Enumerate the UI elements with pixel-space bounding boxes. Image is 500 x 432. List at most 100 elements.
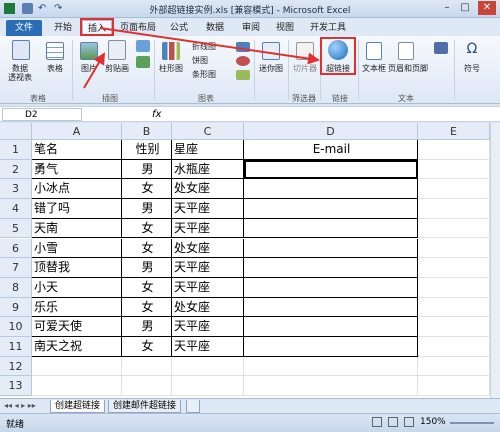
active-cell[interactable]	[244, 159, 418, 180]
cell[interactable]: 女	[122, 297, 172, 318]
cell[interactable]: 顶替我	[32, 258, 122, 278]
row-header[interactable]: 3	[0, 179, 32, 200]
cell[interactable]	[172, 376, 244, 397]
column-header-a[interactable]: A	[32, 123, 122, 140]
row-header[interactable]: 11	[0, 337, 32, 357]
cell[interactable]: 可爱天使	[32, 317, 122, 337]
row-header[interactable]: 9	[0, 297, 32, 318]
cell[interactable]: 女	[122, 337, 172, 357]
vertical-scrollbar[interactable]	[490, 123, 500, 398]
cell[interactable]: 女	[122, 277, 172, 298]
row-header[interactable]: 5	[0, 218, 32, 239]
cell[interactable]: 星座	[172, 140, 244, 160]
cell[interactable]: 男	[122, 317, 172, 337]
column-header-c[interactable]: C	[172, 123, 244, 140]
cell[interactable]: 女	[122, 238, 172, 259]
cell[interactable]	[122, 356, 172, 377]
row-header[interactable]: 12	[0, 356, 32, 377]
cell[interactable]: 男	[122, 199, 172, 219]
column-header-e[interactable]: E	[418, 123, 490, 140]
spreadsheet-grid: A B C D E 1 笔名 性别 星座 E-mail 2 勇气男水瓶座 3 小冰点女处女座 4 错…	[0, 123, 490, 398]
cell[interactable]: E-mail	[244, 140, 418, 160]
row-header[interactable]: 13	[0, 376, 32, 397]
row-header[interactable]: 8	[0, 277, 32, 298]
cell[interactable]	[244, 238, 418, 259]
cell[interactable]: 天平座	[172, 199, 244, 219]
cell[interactable]	[172, 356, 244, 377]
row-header[interactable]: 2	[0, 159, 32, 180]
cell[interactable]: 处女座	[172, 238, 244, 259]
fx-icon[interactable]: fx	[152, 108, 161, 121]
cell[interactable]	[244, 218, 418, 239]
cell[interactable]: 小天	[32, 277, 122, 298]
cell[interactable]	[32, 356, 122, 377]
cell[interactable]: 乐乐	[32, 297, 122, 318]
cell[interactable]: 笔名	[32, 140, 122, 160]
cell[interactable]: 处女座	[172, 297, 244, 318]
sheet-tab-bar: ◂◂ ◂ ▸ ▸▸ 创建超链接 创建邮件超链接	[0, 398, 500, 413]
normal-view-icon[interactable]	[372, 417, 382, 427]
cell[interactable]	[418, 317, 490, 337]
cell[interactable]: 勇气	[32, 159, 122, 180]
cell[interactable]	[418, 159, 490, 180]
cell[interactable]: 天平座	[172, 337, 244, 357]
cell[interactable]	[418, 277, 490, 298]
cell[interactable]	[244, 179, 418, 200]
sheet-nav-arrows[interactable]: ◂◂ ◂ ▸ ▸▸	[4, 401, 36, 410]
cell[interactable]	[418, 218, 490, 239]
cell[interactable]: 错了吗	[32, 199, 122, 219]
row-header[interactable]: 6	[0, 238, 32, 259]
cell[interactable]: 天平座	[172, 317, 244, 337]
cell[interactable]: 女	[122, 179, 172, 200]
cell[interactable]: 天平座	[172, 277, 244, 298]
cell[interactable]: 天平座	[172, 218, 244, 239]
row-header[interactable]: 10	[0, 317, 32, 337]
cell[interactable]	[418, 179, 490, 200]
cell[interactable]	[418, 140, 490, 160]
cell[interactable]: 天平座	[172, 258, 244, 278]
annotation-arrows	[83, 27, 320, 89]
cell[interactable]: 天南	[32, 218, 122, 239]
column-header-b[interactable]: B	[122, 123, 172, 140]
insert-sheet-icon[interactable]	[186, 400, 200, 413]
cell[interactable]	[244, 317, 418, 337]
cell[interactable]	[122, 376, 172, 397]
select-all-corner[interactable]	[0, 123, 32, 140]
cell[interactable]	[244, 356, 418, 377]
row-header[interactable]: 4	[0, 199, 32, 219]
cell[interactable]	[244, 376, 418, 397]
cell[interactable]: 水瓶座	[172, 159, 244, 180]
cell[interactable]: 男	[122, 159, 172, 180]
cell[interactable]: 女	[122, 218, 172, 239]
sheet-tab-hyperlink[interactable]: 创建超链接	[50, 400, 106, 413]
cell[interactable]	[418, 356, 490, 377]
sheet-tab-email-hyperlink[interactable]: 创建邮件超链接	[108, 400, 182, 413]
cell[interactable]	[418, 238, 490, 259]
cell[interactable]	[244, 337, 418, 357]
row-header[interactable]: 1	[0, 140, 32, 160]
cell[interactable]	[244, 277, 418, 298]
cell[interactable]	[32, 376, 122, 397]
name-box[interactable]: D2	[2, 108, 82, 121]
page-break-view-icon[interactable]	[404, 417, 414, 427]
cell[interactable]: 处女座	[172, 179, 244, 200]
zoom-level[interactable]: 150%	[420, 417, 446, 427]
cell[interactable]	[418, 376, 490, 397]
column-header-d[interactable]: D	[244, 123, 418, 140]
cell[interactable]	[418, 297, 490, 318]
cell[interactable]	[244, 297, 418, 318]
formula-input[interactable]	[170, 108, 496, 121]
cell[interactable]	[418, 199, 490, 219]
cell[interactable]	[244, 258, 418, 278]
page-layout-view-icon[interactable]	[388, 417, 398, 427]
cell[interactable]	[418, 337, 490, 357]
cell[interactable]	[418, 258, 490, 278]
zoom-slider[interactable]	[450, 422, 494, 424]
cell[interactable]: 小冰点	[32, 179, 122, 200]
cell[interactable]: 性别	[122, 140, 172, 160]
cell[interactable]	[244, 199, 418, 219]
row-header[interactable]: 7	[0, 258, 32, 278]
cell[interactable]: 男	[122, 258, 172, 278]
cell[interactable]: 南天之祝	[32, 337, 122, 357]
cell[interactable]: 小雪	[32, 238, 122, 259]
